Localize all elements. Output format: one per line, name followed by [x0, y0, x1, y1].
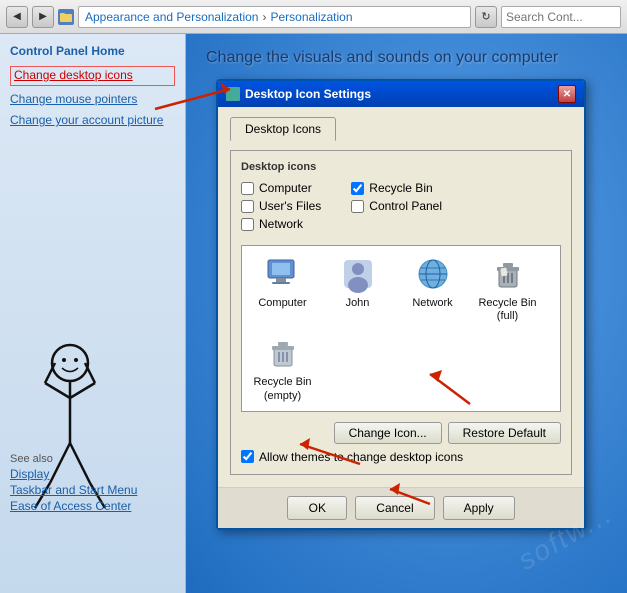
icon-john-label: John	[346, 297, 370, 310]
search-input[interactable]	[501, 6, 621, 28]
checkbox-network-input[interactable]	[241, 218, 254, 231]
recycle-empty-icon	[263, 333, 303, 373]
dialog-close-button[interactable]: ✕	[558, 85, 576, 103]
allow-themes-label: Allow themes to change desktop icons	[259, 450, 463, 464]
apply-button[interactable]: Apply	[443, 496, 515, 520]
sidebar: Control Panel Home Change desktop icons …	[0, 34, 186, 593]
breadcrumb[interactable]: Appearance and Personalization › Persona…	[78, 6, 471, 28]
recycle-full-icon	[488, 254, 528, 294]
sidebar-link-taskbar[interactable]: Taskbar and Start Menu	[10, 483, 137, 497]
sidebar-title: Control Panel Home	[10, 44, 175, 58]
checkbox-network[interactable]: Network	[241, 217, 321, 231]
desktop-icon-settings-dialog: Desktop Icon Settings ✕ Desktop Icons De…	[216, 79, 586, 530]
tab-content: Desktop icons Computer User's Files	[230, 150, 572, 475]
folder-icon	[58, 9, 74, 25]
cancel-button[interactable]: Cancel	[355, 496, 434, 520]
checkbox-recycle-bin[interactable]: Recycle Bin	[351, 181, 442, 195]
breadcrumb-part1: Appearance and Personalization	[85, 10, 258, 24]
see-also-title: See also	[10, 453, 137, 465]
ok-button[interactable]: OK	[287, 496, 347, 520]
dialog-title: Desktop Icon Settings	[226, 87, 371, 101]
icon-network-label: Network	[412, 297, 452, 310]
breadcrumb-part2: Personalization	[270, 10, 352, 24]
checkbox-computer[interactable]: Computer	[241, 181, 321, 195]
dialog-title-icon	[226, 87, 240, 101]
checkbox-computer-input[interactable]	[241, 182, 254, 195]
icon-network[interactable]: Network	[400, 254, 465, 310]
forward-button[interactable]: ▶	[32, 6, 54, 28]
network-icon	[413, 254, 453, 294]
dialog-titlebar: Desktop Icon Settings ✕	[218, 81, 584, 107]
sidebar-link-ease-of-access[interactable]: Ease of Access Center	[10, 499, 137, 513]
tab-desktop-icons[interactable]: Desktop Icons	[230, 117, 336, 141]
checkbox-control-panel[interactable]: Control Panel	[351, 199, 442, 213]
user-icon	[338, 254, 378, 294]
content-area: Change the visuals and sounds on your co…	[186, 34, 627, 593]
checkboxes-col2: Recycle Bin Control Panel	[351, 181, 442, 235]
allow-themes-checkbox[interactable]	[241, 450, 254, 463]
sidebar-link-display[interactable]: Display	[10, 467, 137, 481]
dialog-footer: OK Cancel Apply	[218, 487, 584, 528]
icon-recycle-empty-label: Recycle Bin(empty)	[253, 376, 311, 402]
sidebar-link-change-account-picture[interactable]: Change your account picture	[10, 113, 175, 129]
dialog-tabs: Desktop Icons	[230, 117, 572, 141]
icon-recycle-empty[interactable]: Recycle Bin(empty)	[250, 333, 315, 402]
refresh-button[interactable]: ↻	[475, 6, 497, 28]
checkbox-recycle-bin-input[interactable]	[351, 182, 364, 195]
computer-icon	[263, 254, 303, 294]
address-bar: ◀ ▶ Appearance and Personalization › Per…	[0, 0, 627, 34]
restore-default-button[interactable]: Restore Default	[448, 422, 561, 444]
change-icon-button[interactable]: Change Icon...	[334, 422, 442, 444]
sidebar-link-change-desktop-icons[interactable]: Change desktop icons	[10, 66, 175, 86]
checkboxes-col1: Computer User's Files Network	[241, 181, 321, 235]
checkboxes-area: Computer User's Files Network	[241, 181, 561, 235]
icon-john[interactable]: John	[325, 254, 390, 310]
icon-action-buttons: Change Icon... Restore Default	[241, 422, 561, 444]
main-area: Control Panel Home Change desktop icons …	[0, 34, 627, 593]
icon-recycle-full[interactable]: Recycle Bin(full)	[475, 254, 540, 323]
checkbox-users-files-input[interactable]	[241, 200, 254, 213]
see-also-section: See also Display Taskbar and Start Menu …	[10, 453, 137, 513]
back-button[interactable]: ◀	[6, 6, 28, 28]
desktop-icons-section-label: Desktop icons	[241, 161, 561, 173]
sidebar-link-change-mouse-pointers[interactable]: Change mouse pointers	[10, 92, 175, 108]
dialog-body: Desktop Icons Desktop icons Computer	[218, 107, 584, 487]
page-title: Change the visuals and sounds on your co…	[206, 49, 607, 67]
checkbox-users-files[interactable]: User's Files	[241, 199, 321, 213]
icons-grid[interactable]: Computer John	[241, 245, 561, 412]
breadcrumb-sep: ›	[262, 10, 266, 24]
allow-themes-row[interactable]: Allow themes to change desktop icons	[241, 450, 561, 464]
checkbox-control-panel-input[interactable]	[351, 200, 364, 213]
icon-recycle-full-label: Recycle Bin(full)	[478, 297, 536, 323]
icon-computer-label: Computer	[258, 297, 306, 310]
icon-computer[interactable]: Computer	[250, 254, 315, 310]
